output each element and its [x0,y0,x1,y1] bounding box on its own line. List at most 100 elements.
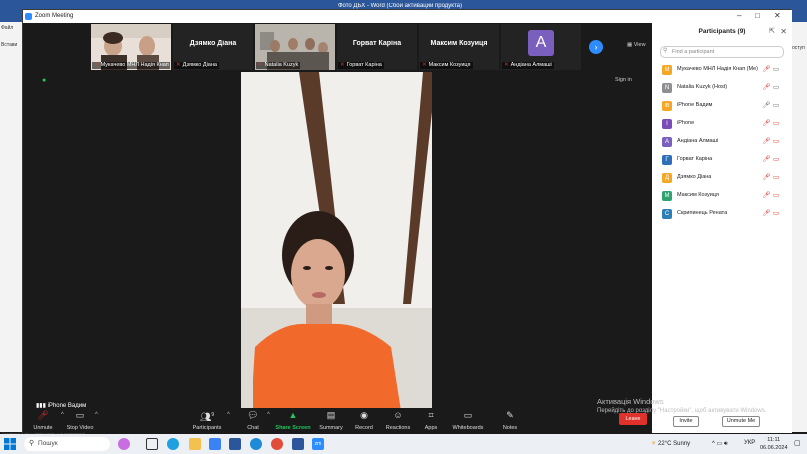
participant-name: iPhone [677,120,695,126]
skype-icon[interactable] [229,438,241,450]
task-view-icon[interactable] [146,438,158,450]
muted-mic-icon[interactable]: 🎤︎ [762,155,770,163]
tile-name: Максим Козуиця [428,62,471,68]
sign-in-link[interactable]: Sign in [615,77,632,83]
next-page-chevron-icon[interactable]: › [589,40,603,54]
participant-row[interactable]: I iPhone 🎤︎ ▭ [652,117,792,131]
notification-icon[interactable]: ▢ [794,439,801,447]
camera-off-icon[interactable]: ▭ [773,191,779,199]
notes-button[interactable]: ✎ Notes [486,408,534,433]
participant-row[interactable]: C Скрипинець Рената 🎤︎ ▭ [652,207,792,221]
whiteboards-button[interactable]: ▭ Whiteboards [444,408,492,433]
camera-off-icon[interactable]: ▭ [773,173,779,181]
windows-taskbar: Пошук ⚲ zm ☀ 22°C Sunny ^ ▭ 🔊︎ УКР 11:11… [0,434,807,454]
muted-mic-icon: ✕ [504,62,509,68]
participants-button[interactable]: 👥︎9 Participants [183,408,231,433]
windows-activation-text: Перейдіть до розділу "Настройки", щоб ак… [597,408,767,414]
participant-name: Дзямко Діана [677,174,712,180]
tray-icons[interactable]: ^ ▭ 🔊︎ [712,440,728,448]
camera-off-icon[interactable]: ▭ [773,119,779,127]
whiteboard-icon: ▭ [463,410,473,420]
tile-name: Мукачево МНЛ Надія Кнап [100,62,169,68]
camera-icon[interactable]: ▭ [773,83,779,91]
invite-button[interactable]: Invite [673,416,699,427]
avatar: M [662,65,672,75]
video-tile[interactable]: ✕ Natalia Kuzyk [255,24,335,70]
participant-row[interactable]: Д Дзямко Діана 🎤︎ ▭ [652,171,792,185]
video-tile[interactable]: Дзямко Діана ✕ Дзямко Діана [173,24,253,70]
muted-mic-icon[interactable]: 🎤︎ [762,83,770,91]
participant-row[interactable]: N Natalia Kuzyk (Host) 🎤︎ ▭ [652,81,792,95]
camera-off-icon[interactable]: ▭ [773,155,779,163]
leave-button[interactable]: Leave [619,413,647,425]
participants-panel: Participants (9) ⇱ ✕ Find a participant … [652,23,792,433]
muted-mic-icon[interactable]: 🎤︎ [762,173,770,181]
zoom-app-icon[interactable]: zm [312,438,324,450]
word-paste-label[interactable]: Встави [1,42,17,48]
participant-search-input[interactable]: Find a participant [660,46,784,58]
tile-big-name: Горват Каріна [352,40,402,47]
word-ribbon-right: оступ [791,22,807,432]
muted-mic-icon: ✕ [94,62,99,68]
unmute-me-button[interactable]: Unmute Me [722,416,760,427]
camera-off-icon[interactable]: ▭ [773,209,779,217]
camera-icon[interactable]: ▭ [773,101,779,109]
participant-row[interactable]: IB iPhone Вадим 🎤︎ ▭ [652,99,792,113]
avatar: Д [662,173,672,183]
edge-browser-icon[interactable] [167,438,179,450]
muted-mic-icon[interactable]: 🎤︎ [762,65,770,73]
video-tile[interactable]: ✕ Мукачево МНЛ Надія Кнап [91,24,171,70]
chrome-icon[interactable] [250,438,262,450]
zoom-logo-icon [25,13,32,20]
camera-off-icon[interactable]: ▭ [773,137,779,145]
opera-icon[interactable] [271,438,283,450]
close-panel-icon[interactable]: ✕ [780,27,787,36]
tile-big-name: Дзямко Діана [189,40,237,47]
video-tile[interactable]: Горват Каріна ✕ Горват Каріна [337,24,417,70]
view-button[interactable]: ▦ View [627,42,646,48]
participant-row[interactable]: M Максим Козуиця 🎤︎ ▭ [652,189,792,203]
clock[interactable]: 11:11 06.06.2024 [760,436,788,452]
tile-name: Горват Каріна [346,62,382,68]
weather-widget[interactable]: ☀ 22°C Sunny [651,440,690,447]
store-icon[interactable] [209,438,221,450]
avatar: IB [662,101,672,111]
windows-start-icon[interactable] [3,437,17,451]
taskbar-search-input[interactable]: Пошук [24,437,110,451]
search-icon: ⚲ [663,48,668,54]
participant-row[interactable]: M Мукачево МНЛ Надія Кнап (Me) 🎤︎ ▭ [652,63,792,77]
muted-mic-icon: ✕ [176,62,181,68]
chevron-up-icon[interactable]: ^ [95,412,98,418]
zoom-window-title: Zoom Meeting [35,13,74,19]
language-indicator[interactable]: УКР [744,440,755,446]
participant-name: iPhone Вадим [677,102,713,108]
word-share-label[interactable]: оступ [792,45,805,51]
muted-mic-icon: ✕ [258,62,263,68]
file-explorer-icon[interactable] [189,438,201,450]
word-file-tab[interactable]: Файл [1,25,13,31]
video-tile[interactable]: Максим Козуиця ✕ Максим Козуиця [419,24,499,70]
minimize-icon[interactable]: – [737,11,741,20]
muted-mic-icon[interactable]: 🎤︎ [762,119,770,127]
muted-mic-icon[interactable]: 🎤︎ [762,137,770,145]
muted-mic-icon[interactable]: 🎤︎ [762,191,770,199]
camera-icon[interactable]: ▭ [773,65,779,73]
active-speaker-video [241,72,432,411]
participant-row[interactable]: Г Горват Каріна 🎤︎ ▭ [652,153,792,167]
widgets-icon[interactable] [118,438,130,450]
mic-icon[interactable]: 🎤︎ [762,101,770,109]
participant-name: Скрипинець Рената [677,210,728,216]
meeting-toolbar: 🎤︎ Unmute ^ ▭ Stop Video ^ 👥︎9 Participants… [23,408,651,433]
shield-icon[interactable]: ● [42,77,46,84]
search-icon: ⚲ [29,440,35,447]
close-icon[interactable]: ✕ [774,11,781,20]
avatar: N [662,83,672,93]
video-tile[interactable]: A ✕ Андіана Алмаші [501,24,581,70]
participant-name: Natalia Kuzyk (Host) [677,84,728,90]
word-app-icon[interactable] [292,438,304,450]
popout-icon[interactable]: ⇱ [769,27,775,35]
maximize-icon[interactable]: □ [755,11,760,20]
participant-row[interactable]: A Андіана Алмаші 🎤︎ ▭ [652,135,792,149]
main-video-area: ● Sign in ▮▮▮ iPhone Вадим [23,71,651,411]
muted-mic-icon[interactable]: 🎤︎ [762,209,770,217]
